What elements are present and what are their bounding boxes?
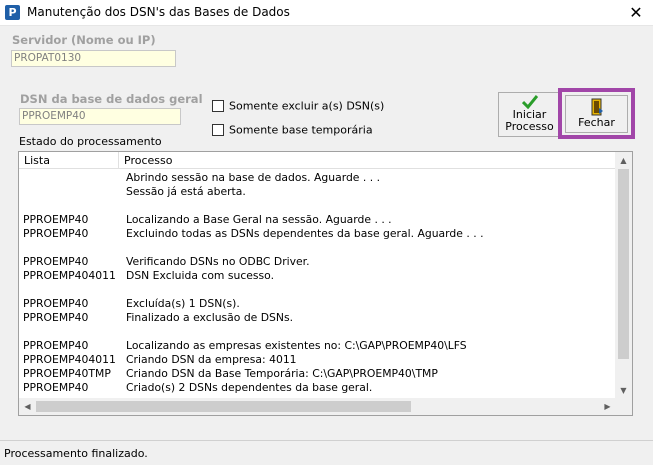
- door-exit-icon: [591, 98, 603, 116]
- scroll-left-icon[interactable]: ◀: [19, 398, 36, 415]
- list-item-lista: PPROEMP40: [23, 255, 89, 268]
- list-rows: Abrindo sessão na base de dados. Aguarde…: [19, 171, 616, 395]
- only-temp-checkbox-box[interactable]: [212, 124, 224, 136]
- list-item-processo: Criando DSN da empresa: 4011: [126, 353, 297, 366]
- processing-section-label: Estado do processamento: [19, 135, 162, 148]
- list-item[interactable]: [19, 199, 616, 213]
- list-item-lista: PPROEMP40: [23, 381, 89, 394]
- list-item[interactable]: PPROEMP40 Excluída(s) 1 DSN(s).: [19, 297, 616, 311]
- only-delete-checkbox-box[interactable]: [212, 100, 224, 112]
- server-label: Servidor (Nome ou IP): [12, 33, 156, 47]
- list-item[interactable]: PPROEMP40 Localizando a Base Geral na ses…: [19, 213, 616, 227]
- list-item-lista: PPROEMP404011: [23, 353, 116, 366]
- scroll-up-icon[interactable]: ▲: [615, 152, 632, 169]
- list-item[interactable]: [19, 325, 616, 339]
- only-temp-checkbox[interactable]: Somente base temporária: [212, 123, 373, 137]
- dsn-general-label: DSN da base de dados geral: [20, 92, 203, 106]
- list-item-processo: Verificando DSNs no ODBC Driver.: [126, 255, 310, 268]
- vertical-scrollbar[interactable]: ▲ ▼: [615, 152, 632, 399]
- status-text: Processamento finalizado.: [4, 447, 148, 460]
- list-header: Lista Processo: [19, 152, 616, 169]
- list-item-processo: Criado(s) 2 DSNs dependentes da base ger…: [126, 381, 373, 394]
- list-item-lista: PPROEMP40: [23, 227, 89, 240]
- title-bar: P Manutenção dos DSN's das Bases de Dado…: [0, 0, 653, 26]
- window-close-button[interactable]: ✕: [619, 0, 653, 26]
- list-item-processo: DSN Excluida com sucesso.: [126, 269, 275, 282]
- only-delete-checkbox-label: Somente excluir a(s) DSN(s): [229, 99, 385, 113]
- app-icon: P: [5, 5, 20, 20]
- only-delete-checkbox[interactable]: Somente excluir a(s) DSN(s): [212, 99, 384, 113]
- list-item[interactable]: [19, 241, 616, 255]
- horizontal-scrollbar[interactable]: ◀ ▶: [19, 398, 616, 415]
- close-button[interactable]: Fechar: [565, 95, 628, 133]
- list-item[interactable]: PPROEMP40 Verificando DSNs no ODBC Driver…: [19, 255, 616, 269]
- window-title: Manutenção dos DSN's das Bases de Dados: [27, 5, 290, 19]
- vertical-scroll-thumb[interactable]: [618, 169, 629, 359]
- close-icon: ✕: [629, 3, 643, 22]
- list-item-lista: PPROEMP40: [23, 213, 89, 226]
- list-item-processo: Localizando as empresas existentes no: C…: [126, 339, 467, 352]
- dsn-general-input[interactable]: PPROEMP40: [19, 108, 181, 125]
- list-item[interactable]: PPROEMP40 Localizando as empresas existen…: [19, 339, 616, 353]
- server-input[interactable]: PROPAT0130: [11, 50, 176, 67]
- start-process-label-line2: Processo: [505, 120, 554, 133]
- list-item-lista: PPROEMP40: [23, 297, 89, 310]
- list-item-processo: Sessão já está aberta.: [126, 185, 246, 198]
- list-item-processo: Finalizado a exclusão de DSNs.: [126, 311, 294, 324]
- list-item[interactable]: PPROEMP40 Excluindo todas as DSNs depende…: [19, 227, 616, 241]
- column-header-processo[interactable]: Processo: [119, 152, 616, 169]
- horizontal-scroll-thumb[interactable]: [36, 401, 411, 412]
- list-item[interactable]: PPROEMP40 Finalizado a exclusão de DSNs.: [19, 311, 616, 325]
- list-item-lista: PPROEMP40: [23, 339, 89, 352]
- scroll-down-icon[interactable]: ▼: [615, 382, 632, 399]
- column-header-lista[interactable]: Lista: [19, 152, 119, 169]
- list-item[interactable]: PPROEMP40 Criado(s) 2 DSNs dependentes da…: [19, 381, 616, 395]
- check-icon: [521, 95, 538, 109]
- list-item-processo: Excluindo todas as DSNs dependentes da b…: [126, 227, 484, 240]
- start-process-button[interactable]: Iniciar Processo: [498, 92, 561, 137]
- list-item[interactable]: Sessão já está aberta.: [19, 185, 616, 199]
- close-button-label: Fechar: [578, 116, 615, 129]
- list-item-processo: Excluída(s) 1 DSN(s).: [126, 297, 240, 310]
- list-item-processo: Criando DSN da Base Temporária: C:\GAP\P…: [126, 367, 438, 380]
- list-item[interactable]: PPROEMP404011 Criando DSN da empresa: 401…: [19, 353, 616, 367]
- status-bar: Processamento finalizado.: [0, 440, 653, 465]
- list-item-lista: PPROEMP40: [23, 311, 89, 324]
- list-item-lista: PPROEMP404011: [23, 269, 116, 282]
- scrollbar-corner: [615, 398, 632, 415]
- list-item[interactable]: PPROEMP404011 DSN Excluida com sucesso.: [19, 269, 616, 283]
- list-item[interactable]: Abrindo sessão na base de dados. Aguarde…: [19, 171, 616, 185]
- list-item-processo: Localizando a Base Geral na sessão. Agua…: [126, 213, 392, 226]
- list-item[interactable]: PPROEMP40TMP Criando DSN da Base Temporár…: [19, 367, 616, 381]
- only-temp-checkbox-label: Somente base temporária: [229, 123, 373, 137]
- list-item[interactable]: [19, 283, 616, 297]
- list-item-lista: PPROEMP40TMP: [23, 367, 111, 380]
- list-item-processo: Abrindo sessão na base de dados. Aguarde…: [126, 171, 381, 184]
- scroll-right-icon[interactable]: ▶: [599, 398, 616, 415]
- processing-list[interactable]: Lista Processo Abrindo sessão na base de…: [18, 151, 633, 416]
